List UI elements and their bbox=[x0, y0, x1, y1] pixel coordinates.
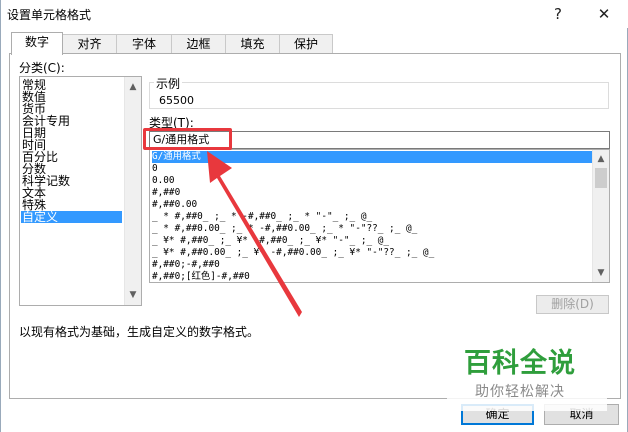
watermark-subtitle: 助你轻松解决 bbox=[475, 384, 565, 400]
red-arrow-icon bbox=[207, 151, 302, 317]
format-cells-dialog: 设置单元格格式 ? ✕ 数字 对齐 字体 边框 填充 保护 分类(C): 常规 … bbox=[0, 0, 628, 432]
watermark: 百科全说 助你轻松解决 bbox=[447, 337, 607, 411]
tab-number[interactable]: 数字 bbox=[11, 32, 63, 55]
watermark-title: 百科全说 bbox=[464, 348, 576, 379]
